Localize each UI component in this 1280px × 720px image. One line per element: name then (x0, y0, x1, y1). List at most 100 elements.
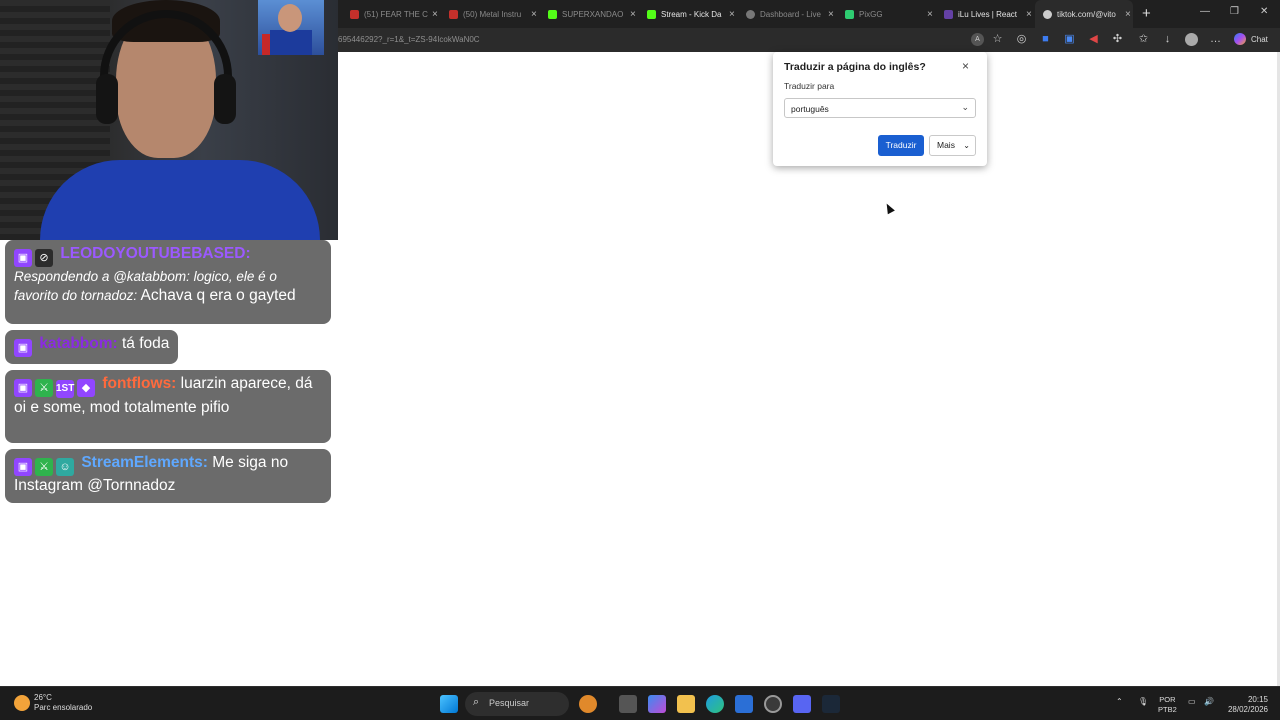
close-tab-icon[interactable]: × (828, 9, 834, 20)
chat-message: ▣ katabbom: tá foda (5, 330, 179, 364)
close-tab-icon[interactable]: × (1125, 9, 1131, 20)
new-tab-button[interactable]: + (1142, 5, 1151, 22)
address-bar: 695446292?_r=1&_t=ZS-94IcokWaN0C A ☆ ◎ ■… (338, 28, 1280, 52)
poster-face (278, 4, 302, 32)
steam-icon[interactable] (822, 695, 840, 713)
language-value: português (791, 104, 829, 114)
display-icon[interactable]: ▭ (1188, 697, 1196, 706)
webcam-feed (0, 0, 338, 240)
date: 28/02/2026 (1227, 705, 1268, 714)
bitwarden-icon[interactable]: ■ (1039, 33, 1052, 46)
first-badge-icon: 1ST (56, 380, 74, 398)
microphone-icon[interactable]: 🎙 (1138, 697, 1148, 706)
tab-label: Dashboard - Live (760, 9, 821, 19)
google-translate-icon[interactable]: ▣ (1063, 33, 1076, 46)
audio-extension-icon[interactable]: ◀ (1087, 33, 1100, 46)
stream-overlay: ▣ ⊘ LEODOYOUTUBEBASED: Respondendo a @kat… (0, 0, 338, 686)
translate-icon[interactable]: A (971, 33, 984, 46)
browser-tab[interactable]: Dashboard - Live × (738, 0, 834, 28)
windows-start-icon[interactable] (440, 695, 458, 713)
browser-tab[interactable]: Stream - Kick Da × (639, 0, 735, 28)
headphone-earcup (214, 74, 236, 124)
chat-message: ▣ ⊘ LEODOYOUTUBEBASED: Respondendo a @kat… (5, 240, 331, 324)
youtube-icon (449, 9, 458, 19)
volume-icon[interactable]: 🔊 (1204, 697, 1214, 706)
favorites-icon[interactable]: ✩ (1137, 33, 1150, 46)
discord-icon[interactable] (793, 695, 811, 713)
browser-tab[interactable]: (50) Metal Instru × (441, 0, 537, 28)
streamer-shirt (40, 160, 320, 240)
ilu-icon (944, 9, 953, 19)
kick-icon (548, 9, 557, 19)
close-icon[interactable]: × (962, 59, 969, 73)
close-tab-icon[interactable]: × (630, 9, 636, 20)
headphone-earcup (96, 74, 118, 124)
downloads-icon[interactable]: ↓ (1161, 33, 1174, 46)
taskbar-search[interactable]: ⌕ Pesquisar (465, 692, 569, 716)
chevron-down-icon: ⌄ (963, 141, 970, 150)
tab-label: tiktok.com/@vito (1057, 9, 1116, 19)
extensions-puzzle-icon[interactable]: ✣ (1111, 33, 1124, 46)
copilot-app-icon[interactable] (648, 695, 666, 713)
tab-label: iLu Lives | React (958, 9, 1017, 19)
favorite-star-icon[interactable]: ☆ (991, 33, 1004, 46)
tray-chevron-icon[interactable]: ⌃ (1116, 697, 1123, 706)
twitch-icon: ▣ (14, 339, 32, 357)
lang-bottom: PTB2 (1158, 705, 1177, 714)
hidden-eye-icon: ⊘ (35, 249, 53, 267)
input-language[interactable]: POR PTB2 (1158, 695, 1177, 715)
pixgg-icon (845, 9, 854, 19)
edge-browser-icon[interactable] (706, 695, 724, 713)
wall-poster (258, 0, 324, 55)
more-button[interactable]: Mais ⌄ (929, 135, 976, 156)
chat-text: tá foda (122, 335, 170, 352)
chat-message: ▣ ⚔ 1ST ◆ fontflows: luarzin aparece, dá oi… (5, 370, 331, 443)
obs-icon[interactable] (764, 695, 782, 713)
close-tab-icon[interactable]: × (432, 9, 438, 20)
weather-widget[interactable]: 26°C Parc ensolarado (14, 693, 92, 713)
more-menu-icon[interactable]: … (1209, 33, 1222, 46)
task-view-icon[interactable] (619, 695, 637, 713)
url-text[interactable]: 695446292?_r=1&_t=ZS-94IcokWaN0C (338, 35, 480, 44)
file-explorer-icon[interactable] (677, 695, 695, 713)
popup-title: Traduzir a página do inglês? (784, 61, 926, 73)
chevron-down-icon: ⌄ (961, 102, 969, 112)
search-highlight-icon (579, 695, 597, 713)
copilot-chat-button[interactable]: Chat (1234, 33, 1268, 45)
clock[interactable]: 20:15 28/02/2026 (1222, 695, 1268, 715)
weather-condition: Parc ensolarado (34, 703, 93, 712)
chat-label: Chat (1251, 34, 1268, 44)
browser-tab[interactable]: iLu Lives | React × (936, 0, 1032, 28)
browser-tab[interactable]: PixGG × (837, 0, 933, 28)
restore-icon[interactable]: ❐ (1230, 6, 1239, 17)
tab-label: (51) FEAR THE CI (364, 9, 428, 19)
browser-tab[interactable]: (51) FEAR THE CI × (342, 0, 438, 28)
tab-label: (50) Metal Instru (463, 9, 522, 19)
profile-avatar-icon[interactable] (1185, 33, 1198, 46)
close-tab-icon[interactable]: × (531, 9, 537, 20)
twitch-icon: ▣ (14, 379, 32, 397)
vip-gem-icon: ◆ (77, 379, 95, 397)
globe-icon (746, 9, 755, 19)
weather-sun-icon (14, 695, 30, 711)
chat-username: LEODOYOUTUBEBASED: (60, 245, 251, 262)
minimize-icon[interactable]: — (1200, 6, 1210, 17)
moderator-sword-icon: ⚔ (35, 458, 53, 476)
moderator-sword-icon: ⚔ (35, 379, 53, 397)
extension-icon[interactable]: ◎ (1015, 33, 1028, 46)
translate-popup: Traduzir a página do inglês? × Traduzir … (773, 52, 987, 166)
globe-icon (1043, 9, 1052, 19)
translate-to-label: Traduzir para (784, 81, 835, 91)
browser-tab[interactable]: SUPERXANDAO × (540, 0, 636, 28)
close-tab-icon[interactable]: × (1026, 9, 1032, 20)
chat-username: StreamElements: (81, 454, 208, 471)
bot-icon: ☺ (56, 458, 74, 476)
photos-app-icon[interactable] (735, 695, 753, 713)
close-tab-icon[interactable]: × (927, 9, 933, 20)
translate-button[interactable]: Traduzir (878, 135, 924, 156)
close-tab-icon[interactable]: × (729, 9, 735, 20)
browser-tab-active[interactable]: tiktok.com/@vito × (1035, 0, 1133, 28)
close-window-icon[interactable]: ✕ (1260, 6, 1268, 17)
search-icon: ⌕ (473, 696, 480, 708)
language-select[interactable]: português ⌄ (784, 98, 976, 118)
